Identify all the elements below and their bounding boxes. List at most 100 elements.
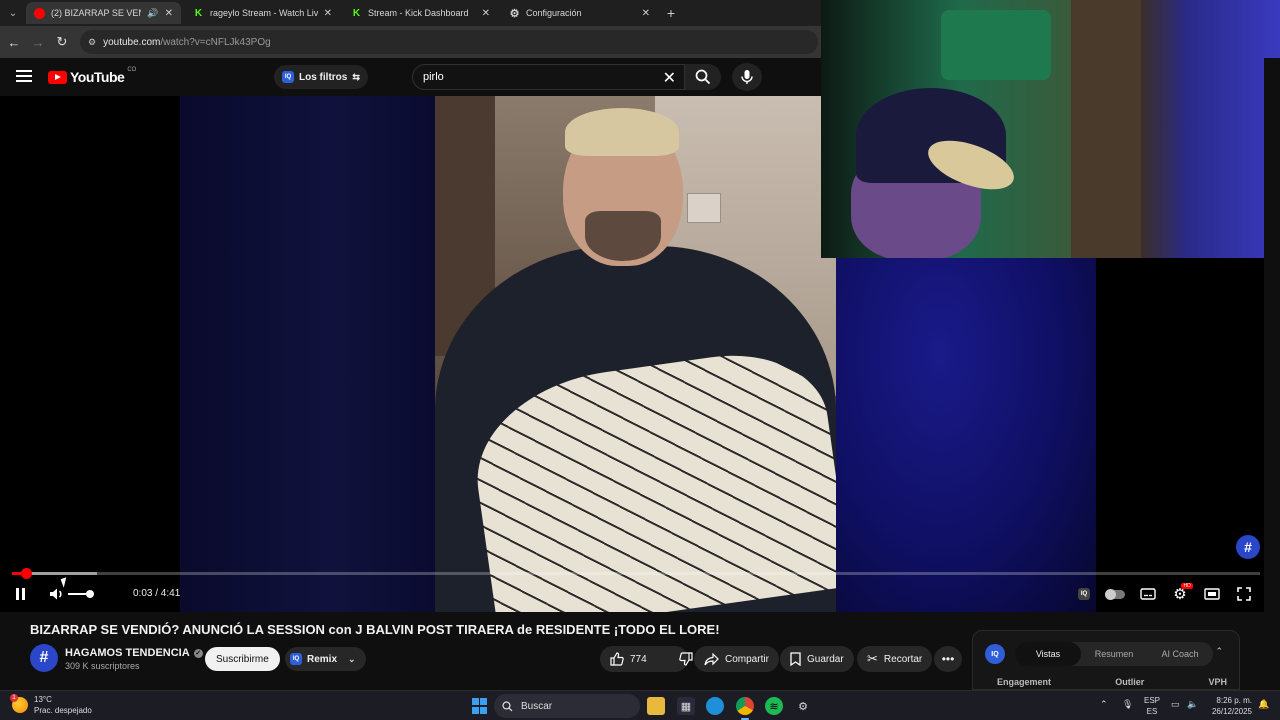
subscribe-button[interactable]: Suscribirme	[205, 647, 280, 671]
more-actions-icon[interactable]: •••	[934, 646, 962, 672]
like-button[interactable]: 774	[600, 646, 657, 672]
chrome-icon[interactable]	[736, 697, 754, 715]
bookmark-icon	[790, 652, 801, 666]
iq-columns: Engagement Outlier VPH	[997, 677, 1227, 687]
clip-label: Recortar	[883, 653, 923, 665]
edge-icon[interactable]	[706, 697, 724, 715]
save-button[interactable]: Guardar	[780, 646, 854, 672]
clock-time: 8:26 p. m.	[1216, 696, 1252, 705]
progress-bar[interactable]	[12, 568, 1260, 579]
search-label: Buscar	[521, 700, 553, 712]
volume-knob[interactable]	[86, 590, 94, 598]
settings-gear-icon[interactable]: ⚙ HD	[1169, 583, 1193, 604]
back-icon[interactable]: ←	[5, 33, 23, 51]
youtube-header: YouTube CO IQ Los filtros ⇆ pirlo ✕	[0, 58, 822, 96]
remix-button[interactable]: IQ Remix ⌄	[285, 647, 366, 671]
search-input[interactable]: pirlo ✕	[412, 64, 685, 90]
close-tab-icon[interactable]: ✕	[642, 8, 650, 19]
column-engagement: Engagement	[997, 677, 1052, 687]
column-vph: VPH	[1208, 677, 1227, 687]
clip-button[interactable]: ✂ Recortar	[857, 646, 933, 672]
microphone-icon	[741, 70, 753, 84]
youtube-play-icon	[48, 70, 67, 84]
language-indicator[interactable]: ESP ES	[1144, 695, 1160, 717]
close-tab-icon[interactable]: ✕	[165, 8, 173, 19]
clear-search-icon[interactable]: ✕	[663, 68, 676, 88]
channel-name-row[interactable]: HAGAMOS TENDENCIA ✓	[65, 647, 203, 659]
forward-icon[interactable]: →	[29, 33, 47, 51]
theater-mode-icon[interactable]	[1201, 584, 1223, 604]
taskbar: 1 13°C Prac. despejado Buscar ▦ ≋ ⚙ ⌃ 🎙 …	[0, 690, 1280, 720]
collapse-icon[interactable]: ⌃	[1215, 646, 1223, 657]
spotify-icon[interactable]: ≋	[765, 697, 783, 715]
tab-configuracion[interactable]: ⚙ Configuración ✕	[501, 2, 658, 24]
tab-youtube[interactable]: (2) BIZARRAP SE VENDIÓ? A 🔊 ✕	[26, 2, 181, 24]
microphone-tray-icon[interactable]: 🎙	[1122, 699, 1133, 710]
site-info-icon[interactable]: ⚙	[88, 37, 96, 48]
subscriber-count: 309 K suscriptores	[65, 661, 140, 671]
sliders-icon: ⇆	[352, 71, 360, 82]
app-gear-icon[interactable]: ⚙	[794, 697, 812, 715]
filters-button[interactable]: IQ Los filtros ⇆	[274, 65, 368, 89]
video-background-left	[180, 96, 435, 612]
time-display: 0:03 / 4:41	[133, 588, 181, 599]
pause-button[interactable]	[15, 588, 27, 600]
url-field[interactable]: ⚙ youtube.com/watch?v=cNFLJk43POg	[80, 30, 818, 54]
video-frame	[435, 96, 836, 612]
subtitles-icon[interactable]	[1137, 584, 1159, 604]
search-button[interactable]	[685, 64, 721, 90]
tab-kick-dashboard[interactable]: K Stream - Kick Dashboard ✕	[343, 2, 498, 24]
scrubber-handle[interactable]	[20, 568, 32, 579]
save-label: Guardar	[807, 653, 844, 665]
verified-icon: ✓	[193, 648, 203, 658]
tab-kick-stream[interactable]: K rageylo Stream - Watch Live on ✕	[185, 2, 340, 24]
speaker-icon[interactable]: 🔊	[147, 8, 158, 19]
new-tab-button[interactable]: +	[662, 4, 680, 22]
gear-icon: ⚙	[509, 7, 520, 20]
tab-search-chevron-icon[interactable]: ⌄	[4, 4, 22, 22]
voice-search-button[interactable]	[732, 63, 762, 91]
weather-widget[interactable]: 1 13°C Prac. despejado	[10, 694, 92, 716]
tab-title: (2) BIZARRAP SE VENDIÓ? A	[51, 8, 141, 18]
taskbar-search[interactable]: Buscar	[494, 694, 640, 718]
address-bar: ← → ↻ ⚙ youtube.com/watch?v=cNFLJk43POg	[0, 26, 822, 58]
tab-ai-coach[interactable]: AI Coach	[1147, 642, 1213, 666]
webcam-overlay	[821, 0, 1280, 258]
notification-bell-icon[interactable]: 🔔	[1258, 699, 1269, 710]
iq-badge: IQ	[985, 644, 1005, 664]
logo-text: YouTube	[70, 69, 125, 85]
tab-vistas[interactable]: Vistas	[1015, 642, 1081, 666]
volume-tray-icon[interactable]: 🔈	[1187, 699, 1198, 710]
channel-watermark[interactable]: #	[1236, 535, 1260, 559]
clock[interactable]: 8:26 p. m. 26/12/2025	[1206, 695, 1252, 717]
screen: ⌄ (2) BIZARRAP SE VENDIÓ? A 🔊 ✕ K rageyl…	[0, 0, 1280, 720]
store-icon[interactable]: ▦	[677, 697, 695, 715]
tab-resumen[interactable]: Resumen	[1081, 642, 1147, 666]
channel-avatar[interactable]: #	[30, 644, 58, 672]
thumbs-up-icon	[610, 652, 624, 666]
share-button[interactable]: Compartir	[694, 646, 779, 672]
youtube-logo[interactable]: YouTube CO	[48, 67, 136, 85]
menu-icon[interactable]	[16, 68, 32, 84]
tab-title: Configuración	[526, 8, 582, 18]
chevron-down-icon: ⌄	[348, 653, 356, 664]
network-icon[interactable]: ▭	[1171, 699, 1180, 710]
close-tab-icon[interactable]: ✕	[482, 8, 490, 19]
search-value: pirlo	[423, 71, 444, 83]
tray-chevron-icon[interactable]: ⌃	[1100, 699, 1108, 710]
file-explorer-icon[interactable]	[647, 697, 665, 715]
kick-icon: K	[194, 7, 203, 19]
youtube-icon	[34, 7, 45, 19]
fullscreen-icon[interactable]	[1233, 584, 1255, 604]
page-scrollbar[interactable]	[1264, 58, 1280, 690]
reload-icon[interactable]: ↻	[53, 33, 71, 51]
tab-title: rageylo Stream - Watch Live on	[210, 8, 318, 18]
close-tab-icon[interactable]: ✕	[324, 8, 332, 19]
thumbs-down-icon	[678, 652, 693, 666]
tab-title: Stream - Kick Dashboard	[368, 8, 469, 18]
remix-label: Remix	[307, 653, 338, 665]
scissors-icon: ✂	[867, 651, 878, 666]
iq-player-button[interactable]: IQ	[1073, 584, 1095, 604]
autoplay-toggle[interactable]	[1104, 584, 1126, 604]
windows-start-icon[interactable]	[470, 697, 488, 715]
